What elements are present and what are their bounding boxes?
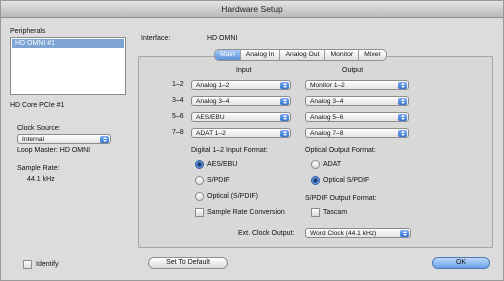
ext-clock-output-value: Word Clock (44.1 kHz) — [310, 230, 377, 237]
title-bar[interactable]: Hardware Setup — [1, 1, 503, 18]
input-value-7-8: ADAT 1–2 — [196, 130, 226, 137]
popup-arrows-icon — [280, 130, 289, 137]
popup-arrows-icon — [280, 98, 289, 105]
digital-input-format-label: Digital 1–2 Input Format: — [191, 147, 268, 154]
optical-output-format-label: Optical Output Format: — [305, 147, 376, 154]
clock-source-value: Internal — [22, 136, 44, 143]
channel-label-3-4: 3–4 — [172, 97, 184, 104]
radio-optical-spdif-label: Optical (S/PDIF) — [207, 193, 258, 200]
tascam-checkbox[interactable] — [311, 208, 320, 217]
output-value-7-8: Analog 7–8 — [310, 130, 344, 137]
popup-arrows-icon — [398, 130, 407, 137]
output-value-3-4: Analog 3–4 — [310, 98, 344, 105]
popup-arrows-icon — [400, 230, 409, 237]
ext-clock-output-label: Ext. Clock Output: — [238, 230, 295, 237]
radio-adat[interactable] — [311, 160, 320, 169]
output-value-5-6: Analog 5–6 — [310, 114, 344, 121]
sample-rate-value: 44.1 kHz — [27, 176, 55, 183]
hardware-setup-window: Hardware Setup Peripherals HD OMNI #1 HD… — [0, 0, 504, 281]
popup-arrows-icon — [398, 82, 407, 89]
input-select-7-8[interactable]: ADAT 1–2 — [191, 128, 291, 138]
interface-value: HD OMNI — [207, 35, 238, 42]
radio-aes-ebu-label: AES/EBU — [207, 161, 238, 168]
sample-rate-conversion-label: Sample Rate Conversion — [207, 209, 285, 216]
window-title: Hardware Setup — [221, 4, 283, 14]
input-value-1-2: Analog 1–2 — [196, 82, 230, 89]
radio-optical-spdif[interactable] — [195, 192, 204, 201]
input-select-1-2[interactable]: Analog 1–2 — [191, 80, 291, 90]
input-select-3-4[interactable]: Analog 3–4 — [191, 96, 291, 106]
sample-rate-conversion-checkbox[interactable] — [195, 208, 204, 217]
loop-master-label: Loop Master: HD OMNI — [17, 147, 91, 154]
output-select-3-4[interactable]: Analog 3–4 — [305, 96, 409, 106]
input-header: Input — [236, 67, 252, 74]
output-header: Output — [342, 67, 364, 74]
popup-arrows-icon — [100, 136, 109, 143]
identify-checkbox[interactable] — [23, 260, 32, 269]
tab-bar: Main Analog In Analog Out Monitor Mixer — [214, 49, 387, 61]
peripherals-label: Peripherals — [10, 28, 46, 35]
sample-rate-label: Sample Rate: — [17, 165, 60, 172]
peripheral-item-hd-omni[interactable]: HD OMNI #1 — [12, 39, 124, 48]
radio-spdif[interactable] — [195, 176, 204, 185]
radio-optical-spdif-out[interactable] — [311, 176, 320, 185]
output-select-7-8[interactable]: Analog 7–8 — [305, 128, 409, 138]
output-select-5-6[interactable]: Analog 5–6 — [305, 112, 409, 122]
input-select-5-6[interactable]: AES/EBU — [191, 112, 291, 122]
input-value-3-4: Analog 3–4 — [196, 98, 230, 105]
channel-label-5-6: 5–6 — [172, 113, 184, 120]
tascam-label: Tascam — [323, 209, 348, 216]
radio-adat-label: ADAT — [323, 161, 342, 168]
channel-label-7-8: 7–8 — [172, 129, 184, 136]
input-value-5-6: AES/EBU — [196, 114, 225, 121]
popup-arrows-icon — [398, 114, 407, 121]
output-value-1-2: Monitor 1–2 — [310, 82, 345, 89]
peripherals-list[interactable]: HD OMNI #1 — [10, 37, 126, 95]
popup-arrows-icon — [280, 82, 289, 89]
output-select-1-2[interactable]: Monitor 1–2 — [305, 80, 409, 90]
clock-source-select[interactable]: Internal — [17, 134, 111, 144]
popup-arrows-icon — [280, 114, 289, 121]
popup-arrows-icon — [398, 98, 407, 105]
identify-label: Identify — [36, 261, 59, 268]
ok-button[interactable]: OK — [432, 257, 490, 269]
radio-spdif-label: S/PDIF — [207, 177, 230, 184]
tab-main[interactable]: Main — [215, 50, 241, 60]
device-label: HD Core PCIe #1 — [10, 102, 65, 109]
radio-optical-spdif-out-label: Optical S/PDIF — [323, 177, 370, 184]
tab-analog-out[interactable]: Analog Out — [280, 50, 326, 60]
tab-mixer[interactable]: Mixer — [359, 50, 386, 60]
radio-aes-ebu[interactable] — [195, 160, 204, 169]
ext-clock-output-select[interactable]: Word Clock (44.1 kHz) — [305, 228, 411, 238]
tab-analog-in[interactable]: Analog In — [241, 50, 281, 60]
clock-source-label: Clock Source: — [17, 125, 61, 132]
interface-label: Interface: — [141, 35, 171, 42]
spdif-output-format-label: S/PDIF Output Format: — [305, 195, 377, 202]
channel-label-1-2: 1–2 — [172, 81, 184, 88]
tab-monitor[interactable]: Monitor — [325, 50, 360, 60]
set-to-default-button[interactable]: Set To Default — [148, 257, 228, 269]
